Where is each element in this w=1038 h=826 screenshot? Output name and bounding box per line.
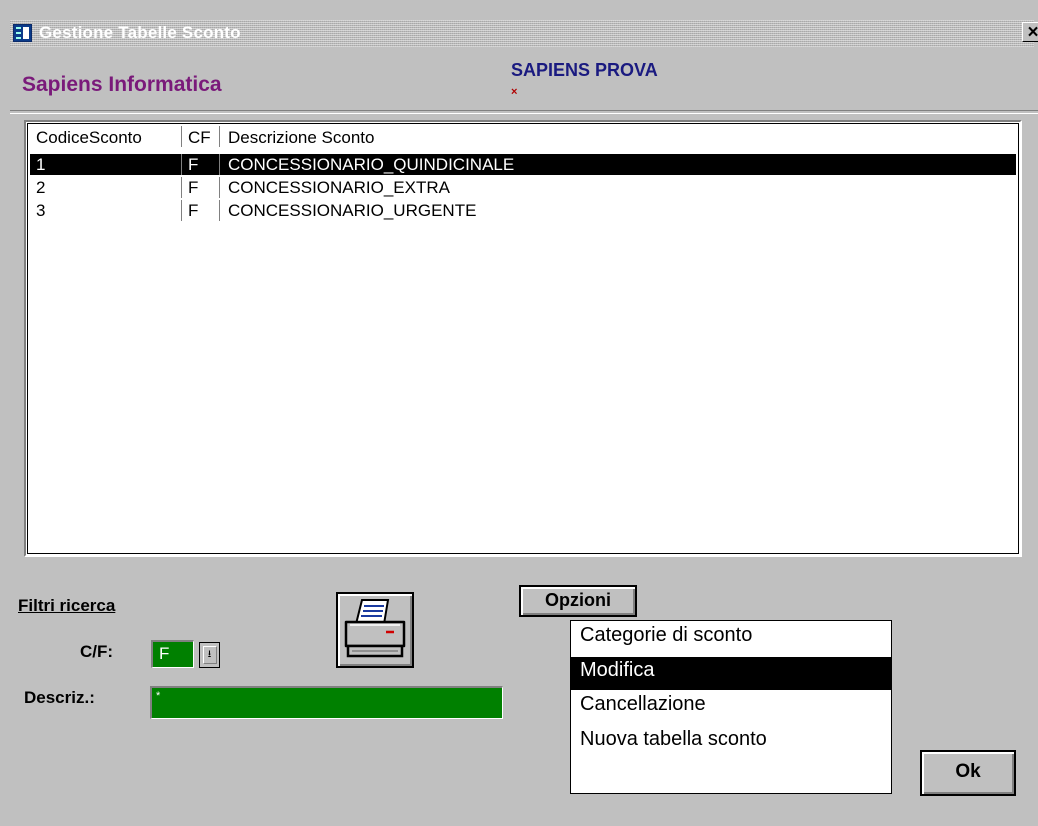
column-header-code[interactable]: CodiceSconto xyxy=(36,128,142,148)
dropdown-arrow-icon: ⭳ xyxy=(202,646,217,664)
printer-icon xyxy=(344,599,406,658)
ok-button[interactable]: Ok xyxy=(920,750,1016,796)
database-mark: × xyxy=(511,86,518,98)
row-code: 2 xyxy=(36,178,46,197)
close-icon: × xyxy=(1027,21,1038,43)
options-list[interactable]: Categorie di sconto Modifica Cancellazio… xyxy=(570,620,892,794)
filters-heading: Filtri ricerca xyxy=(18,596,116,615)
row-description: CONCESSIONARIO_URGENTE xyxy=(228,201,477,220)
description-label: Descriz.: xyxy=(24,688,95,707)
company-name: Sapiens Informatica xyxy=(22,73,222,96)
row-description: CONCESSIONARIO_EXTRA xyxy=(228,178,450,197)
main-window: Gestione Tabelle Sconto × Sapiens Inform… xyxy=(0,0,1038,826)
description-filter-input[interactable]: * xyxy=(150,686,503,719)
form-icon xyxy=(13,24,32,42)
row-cf: F xyxy=(188,178,199,197)
title-bar[interactable]: Gestione Tabelle Sconto × xyxy=(10,20,1038,47)
option-categories[interactable]: Categorie di sconto xyxy=(571,622,891,655)
row-code: 1 xyxy=(36,155,46,174)
table-row[interactable]: 2 F CONCESSIONARIO_EXTRA xyxy=(30,177,1016,198)
column-header-cf[interactable]: CF xyxy=(188,128,211,148)
option-modify[interactable]: Modifica xyxy=(571,657,891,690)
cf-select[interactable]: F xyxy=(151,640,194,668)
row-cf: F xyxy=(188,201,199,220)
discount-table[interactable]: CodiceSconto CF Descrizione Sconto 1 F C… xyxy=(24,120,1022,557)
column-header-description[interactable]: Descrizione Sconto xyxy=(228,128,374,148)
close-button[interactable]: × xyxy=(1022,22,1038,42)
header-divider xyxy=(10,110,1038,114)
row-description: CONCESSIONARIO_QUINDICINALE xyxy=(228,155,515,174)
table-header: CodiceSconto CF Descrizione Sconto xyxy=(30,126,1016,147)
cf-label: C/F: xyxy=(80,642,114,661)
window-title: Gestione Tabelle Sconto xyxy=(39,23,241,42)
option-delete[interactable]: Cancellazione xyxy=(571,691,891,724)
row-cf: F xyxy=(188,155,199,174)
row-code: 3 xyxy=(36,201,46,220)
table-row[interactable]: 1 F CONCESSIONARIO_QUINDICINALE xyxy=(30,154,1016,175)
table-row[interactable]: 3 F CONCESSIONARIO_URGENTE xyxy=(30,200,1016,221)
cf-dropdown-button[interactable]: ⭳ xyxy=(199,642,220,668)
option-new-table[interactable]: Nuova tabella sconto xyxy=(571,726,891,759)
print-button[interactable] xyxy=(336,592,414,668)
database-name: SAPIENS PROVA xyxy=(511,60,658,80)
options-button[interactable]: Opzioni xyxy=(519,585,637,617)
